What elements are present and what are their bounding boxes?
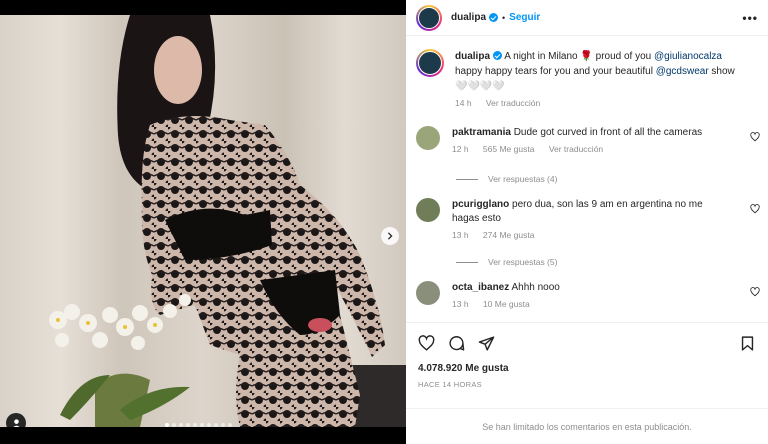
post-sidebar: dualipa • Seguir ••• dualipa A night in …	[406, 0, 768, 444]
like-comment-heart-icon[interactable]	[750, 287, 760, 297]
carousel-dot	[165, 423, 169, 427]
carousel-dot	[221, 423, 225, 427]
like-comment-heart-icon[interactable]	[750, 204, 760, 214]
caption-mention-1[interactable]: @giulianocalza	[654, 51, 722, 62]
replies-divider	[456, 261, 478, 263]
post-caption: dualipa A night in Milano 🌹 proud of you…	[406, 36, 768, 111]
author-avatar[interactable]	[416, 4, 442, 31]
instagram-post-modal: dualipa • Seguir ••• dualipa A night in …	[0, 0, 768, 444]
action-icon-row	[406, 323, 768, 363]
post-actions: 4.078.920 Me gusta HACE 14 HORAS	[406, 322, 768, 389]
tagged-users-button[interactable]	[6, 413, 26, 427]
post-header: dualipa • Seguir •••	[406, 0, 768, 36]
like-comment-heart-icon[interactable]	[750, 132, 760, 142]
comment-item: paktramania Dude got curved in front of …	[406, 126, 768, 156]
view-replies-label[interactable]: Ver respuestas (4)	[488, 174, 557, 184]
post-photo	[0, 15, 406, 427]
view-replies-button[interactable]: Ver respuestas (4)	[456, 174, 768, 184]
bookmark-icon[interactable]	[739, 335, 756, 352]
caption-mention-2[interactable]: @gcdswear	[656, 66, 709, 77]
commenter-avatar[interactable]	[416, 126, 440, 150]
carousel-dot	[193, 423, 197, 427]
heart-icon[interactable]	[418, 334, 435, 352]
replies-divider	[456, 178, 478, 180]
comment-likes[interactable]: 10 Me gusta	[483, 299, 530, 309]
comment-item: octa_ibanez Ahhh nooo 13 h 10 Me gusta	[406, 281, 768, 311]
carousel-dot	[200, 423, 204, 427]
comment-icon[interactable]	[448, 335, 465, 352]
commenter-username[interactable]: paktramania	[452, 127, 511, 138]
comment-item: pcurigglano pero dua, son las 9 am en ar…	[406, 198, 768, 242]
commenter-username[interactable]: pcurigglano	[452, 199, 509, 210]
caption-text-1: A night in Milano 🌹 proud of you	[502, 51, 655, 62]
commenter-username[interactable]: octa_ibanez	[452, 282, 509, 293]
user-icon	[12, 418, 20, 427]
share-icon[interactable]	[478, 335, 495, 352]
commenter-avatar[interactable]	[416, 198, 440, 222]
commenter-avatar[interactable]	[416, 281, 440, 305]
comment-translate-link[interactable]: Ver traducción	[549, 144, 603, 154]
comment-likes[interactable]: 565 Me gusta	[483, 144, 535, 154]
comment-text: Dude got curved in front of all the came…	[513, 127, 703, 138]
carousel-dot	[186, 423, 190, 427]
post-media[interactable]	[0, 15, 406, 427]
comments-limited-notice: Se han limitado los comentarios en esta …	[406, 408, 768, 444]
caption-username[interactable]: dualipa	[455, 51, 490, 62]
author-username[interactable]: dualipa	[451, 12, 486, 23]
comment-text: Ahhh nooo	[511, 282, 560, 293]
view-replies-button[interactable]: Ver respuestas (5)	[456, 257, 768, 267]
next-photo-button[interactable]	[381, 227, 399, 245]
verified-badge-icon	[493, 51, 503, 60]
caption-time: 14 h	[455, 98, 472, 108]
verified-badge-icon	[489, 13, 499, 22]
comments-section[interactable]: dualipa A night in Milano 🌹 proud of you…	[406, 36, 768, 322]
carousel-dot	[172, 423, 176, 427]
carousel-dot	[179, 423, 183, 427]
comment-likes[interactable]: 274 Me gusta	[483, 230, 535, 240]
post-timestamp: HACE 14 HORAS	[418, 380, 482, 389]
comment-time: 13 h	[452, 230, 469, 240]
carousel-indicator	[165, 423, 232, 427]
caption-text-2: happy happy tears for you and your beaut…	[455, 66, 656, 77]
carousel-dot	[207, 423, 211, 427]
follow-button[interactable]: Seguir	[509, 12, 540, 23]
carousel-dot	[214, 423, 218, 427]
carousel-dot	[228, 423, 232, 427]
more-options-button[interactable]: •••	[742, 11, 758, 25]
comment-time: 13 h	[452, 299, 469, 309]
caption-author-avatar[interactable]	[416, 49, 444, 77]
comment-time: 12 h	[452, 144, 469, 154]
caption-translate-link[interactable]: Ver traducción	[486, 98, 540, 108]
header-separator: •	[502, 12, 506, 23]
chevron-right-icon	[387, 232, 393, 240]
view-replies-label[interactable]: Ver respuestas (5)	[488, 257, 557, 267]
like-count[interactable]: 4.078.920 Me gusta	[406, 363, 768, 374]
